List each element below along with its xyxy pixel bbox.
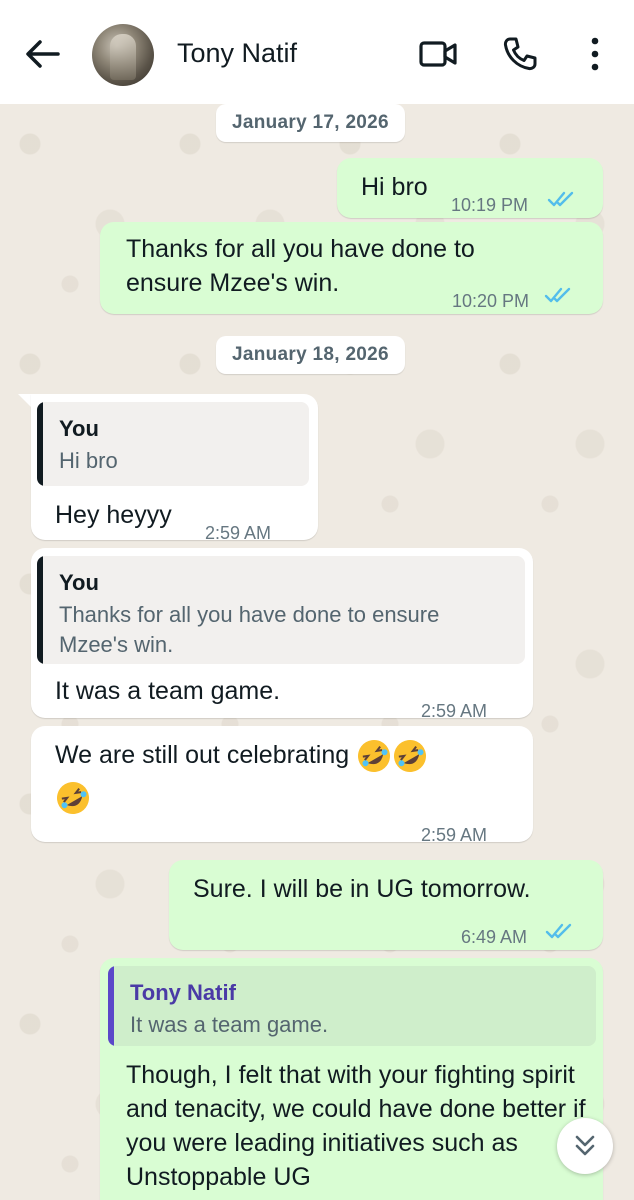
message-time: 6:49 AM bbox=[461, 927, 528, 947]
avatar[interactable] bbox=[92, 24, 154, 86]
contact-name[interactable]: Tony Natif bbox=[177, 38, 297, 69]
read-ticks-icon bbox=[545, 923, 572, 939]
message-content: We are still out celebrating bbox=[55, 738, 515, 816]
message-time: 2:59 AM bbox=[421, 825, 488, 845]
message-bubble-incoming[interactable]: We are still out celebrating 2:59 AM bbox=[31, 726, 533, 845]
message-bubble-outgoing[interactable]: Sure. I will be in UG tomorrow. 6:49 AM bbox=[169, 860, 603, 950]
chat-header: Tony Natif bbox=[0, 0, 634, 104]
read-ticks-icon bbox=[547, 191, 574, 207]
quoted-message[interactable]: You Hi bro bbox=[37, 402, 309, 486]
scroll-to-bottom-button[interactable] bbox=[557, 1118, 613, 1174]
message-bubble-outgoing[interactable]: Thanks for all you have done to ensure M… bbox=[100, 222, 603, 314]
arrow-left-icon[interactable] bbox=[22, 36, 62, 72]
message-time: 10:19 PM bbox=[451, 195, 529, 215]
quote-author: You bbox=[59, 416, 99, 441]
more-vertical-icon[interactable] bbox=[588, 36, 602, 72]
message-bubble-incoming[interactable]: You Thanks for all you have done to ensu… bbox=[31, 548, 533, 721]
quote-author: Tony Natif bbox=[130, 980, 236, 1005]
rolling-laughing-emoji-icon bbox=[358, 740, 391, 773]
quote-text: Thanks for all you have done to ensure M… bbox=[59, 602, 440, 657]
message-text: Though, I felt that with your fighting s… bbox=[126, 1061, 586, 1191]
quote-text: It was a team game. bbox=[130, 1012, 329, 1037]
message-bubble-outgoing[interactable]: Tony Natif It was a team game. Though, I… bbox=[100, 958, 603, 1200]
message-text: It was a team game. bbox=[55, 677, 281, 705]
video-camera-icon[interactable] bbox=[418, 36, 458, 72]
double-chevron-down-icon bbox=[575, 1135, 595, 1156]
message-text: Hey heyyy bbox=[55, 501, 172, 529]
read-ticks-icon bbox=[544, 287, 571, 303]
message-time: 2:59 AM bbox=[205, 523, 272, 543]
message-bubble-outgoing[interactable]: Hi bro 10:19 PM bbox=[337, 158, 603, 218]
quoted-message[interactable]: You Thanks for all you have done to ensu… bbox=[37, 556, 525, 664]
quote-text: Hi bro bbox=[59, 448, 118, 473]
message-time: 2:59 AM bbox=[421, 701, 488, 721]
message-text: Sure. I will be in UG tomorrow. bbox=[193, 875, 531, 903]
chat-area[interactable]: January 17, 2026 Hi bro 10:19 PM Thanks … bbox=[0, 104, 634, 1200]
bubble-tail bbox=[18, 394, 32, 408]
quote-author: You bbox=[59, 570, 99, 595]
date-separator: January 17, 2026 bbox=[216, 104, 405, 142]
rolling-laughing-emoji-icon bbox=[57, 782, 89, 815]
message-time: 10:20 PM bbox=[452, 291, 530, 311]
message-text: We are still out celebrating bbox=[55, 741, 350, 769]
rolling-laughing-emoji-icon bbox=[394, 740, 427, 773]
date-separator: January 18, 2026 bbox=[216, 336, 405, 374]
quoted-message[interactable]: Tony Natif It was a team game. bbox=[108, 966, 596, 1046]
message-text: Hi bro bbox=[361, 173, 428, 201]
phone-icon[interactable] bbox=[502, 36, 538, 72]
message-bubble-incoming[interactable]: You Hi bro Hey heyyy 2:59 AM bbox=[31, 394, 318, 543]
